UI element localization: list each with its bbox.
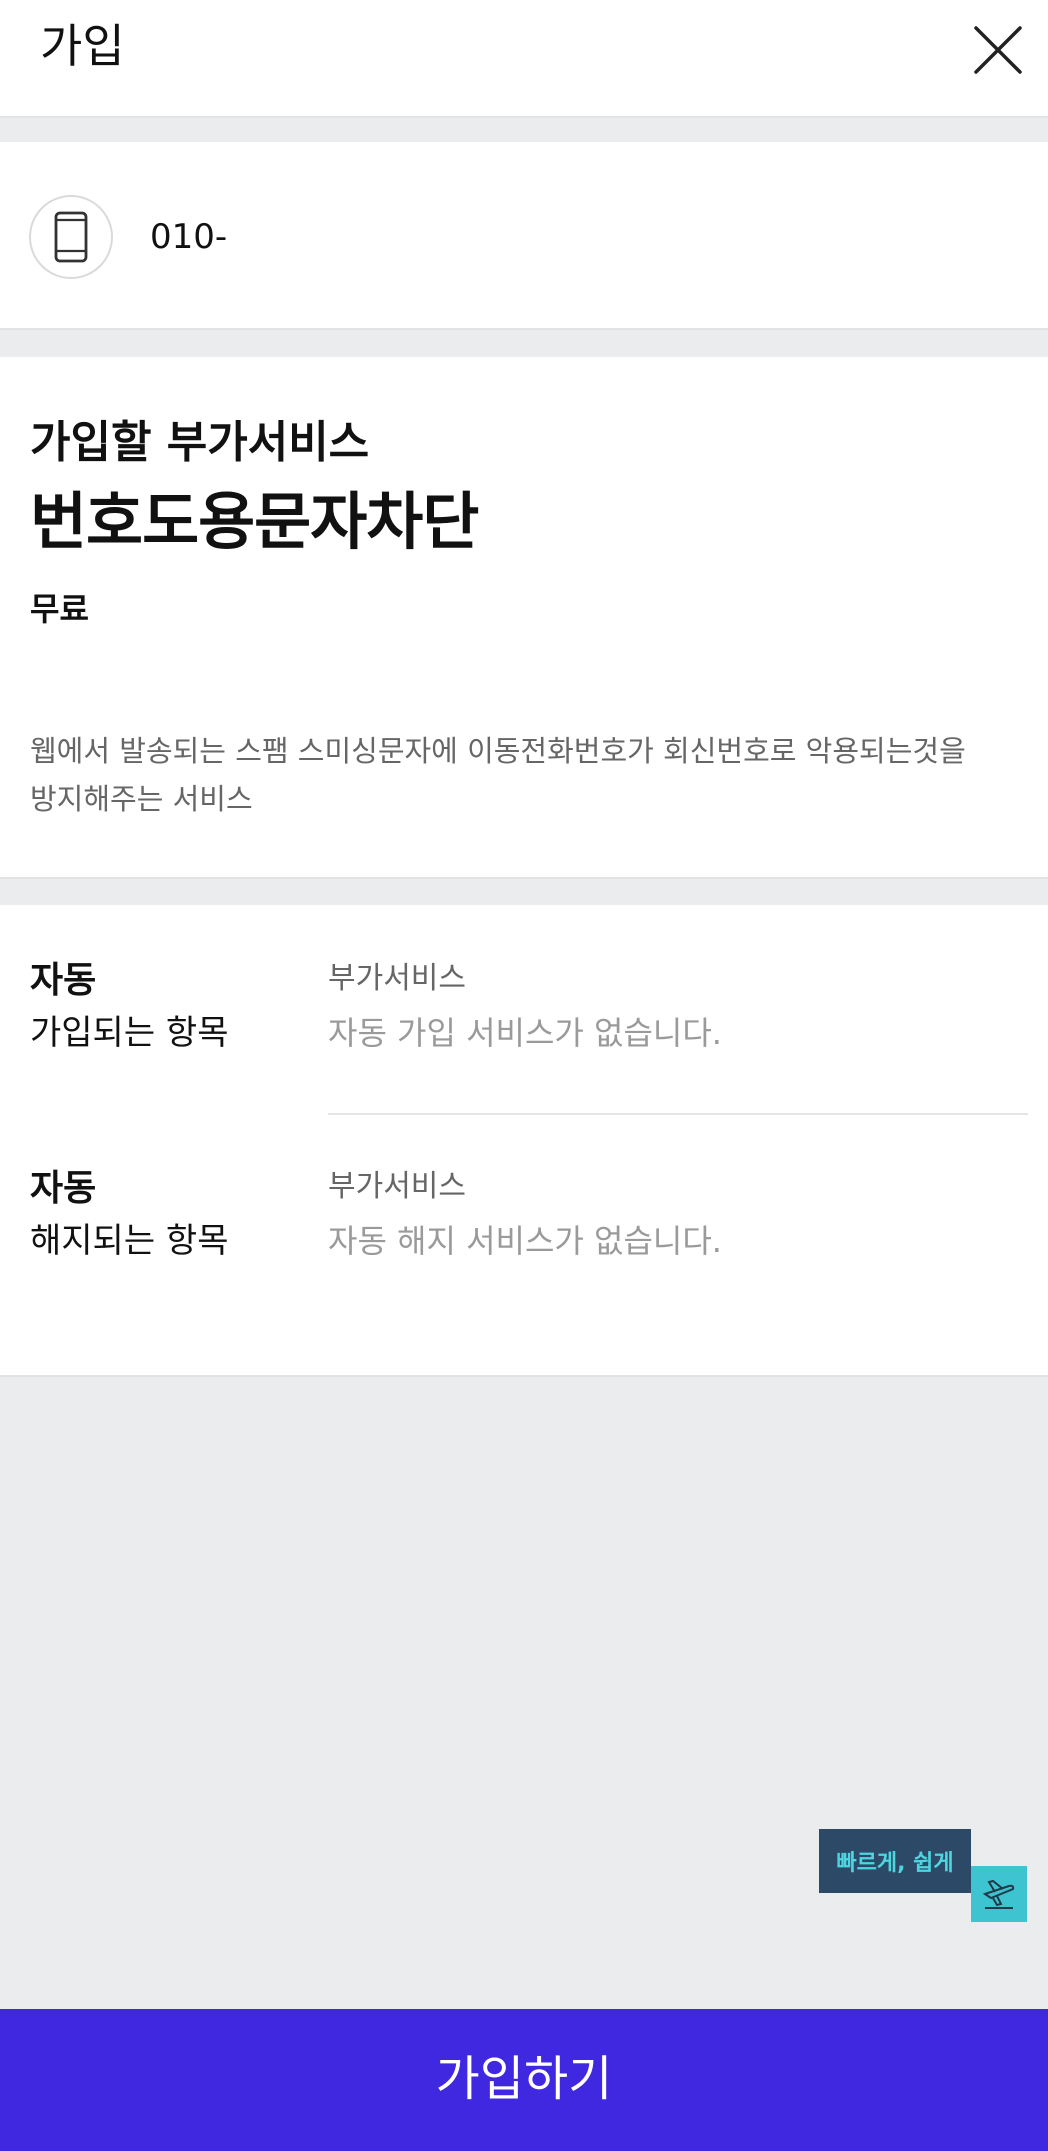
auto-items-card: 자동 가입되는 항목 부가서비스 자동 가입 서비스가 없습니다. 자동 해지되… [0, 905, 1048, 1377]
smartphone-icon [54, 211, 88, 263]
auto-cancel-column-title: 부가서비스 [328, 1169, 466, 1204]
auto-join-row: 자동 가입되는 항목 부가서비스 자동 가입 서비스가 없습니다. [0, 955, 1048, 1125]
service-description-line1: 웹에서 발송되는 스팸 스미싱문자에 이동전화번호가 회신번호로 악용되는것을 [30, 734, 966, 768]
phone-icon-circle [29, 195, 113, 279]
auto-join-heading: 자동 [30, 960, 97, 1001]
page: 가입 010- 가입할 부가서비스 번호도용문자차단 무료 웹에서 발송되는 스… [0, 0, 1048, 2151]
airplane-icon [982, 1879, 1015, 1909]
auto-join-column-title: 부가서비스 [328, 961, 466, 996]
service-description: 웹에서 발송되는 스팸 스미싱문자에 이동전화번호가 회신번호로 악용되는것을 … [30, 727, 1020, 823]
auto-cancel-subheading: 해지되는 항목 [30, 1221, 229, 1261]
auto-cancel-row: 자동 해지되는 항목 부가서비스 자동 해지 서비스가 없습니다. [0, 1163, 1048, 1333]
service-card: 가입할 부가서비스 번호도용문자차단 무료 웹에서 발송되는 스팸 스미싱문자에… [0, 357, 1048, 879]
join-button-label: 가입하기 [435, 2053, 613, 2106]
divider [328, 1113, 1028, 1115]
join-button[interactable]: 가입하기 [0, 2009, 1048, 2151]
auto-cancel-heading: 자동 [30, 1168, 97, 1209]
service-price: 무료 [30, 590, 89, 628]
header: 가입 [0, 0, 1048, 118]
auto-cancel-value: 자동 해지 서비스가 없습니다. [328, 1222, 722, 1260]
service-description-line2: 방지해주는 서비스 [30, 782, 253, 816]
auto-join-subheading: 가입되는 항목 [30, 1013, 229, 1053]
phone-number: 010- [150, 217, 228, 257]
auto-join-value: 자동 가입 서비스가 없습니다. [328, 1014, 722, 1052]
phone-card: 010- [0, 142, 1048, 330]
close-button[interactable] [966, 18, 1030, 82]
fast-easy-label: 빠르게, 쉽게 [836, 1851, 954, 1876]
fast-easy-badge[interactable]: 빠르게, 쉽게 [819, 1829, 971, 1893]
service-label: 가입할 부가서비스 [30, 417, 370, 468]
plane-button[interactable] [971, 1866, 1027, 1922]
service-name: 번호도용문자차단 [30, 485, 479, 558]
close-icon [974, 26, 1022, 74]
page-title: 가입 [40, 19, 125, 73]
